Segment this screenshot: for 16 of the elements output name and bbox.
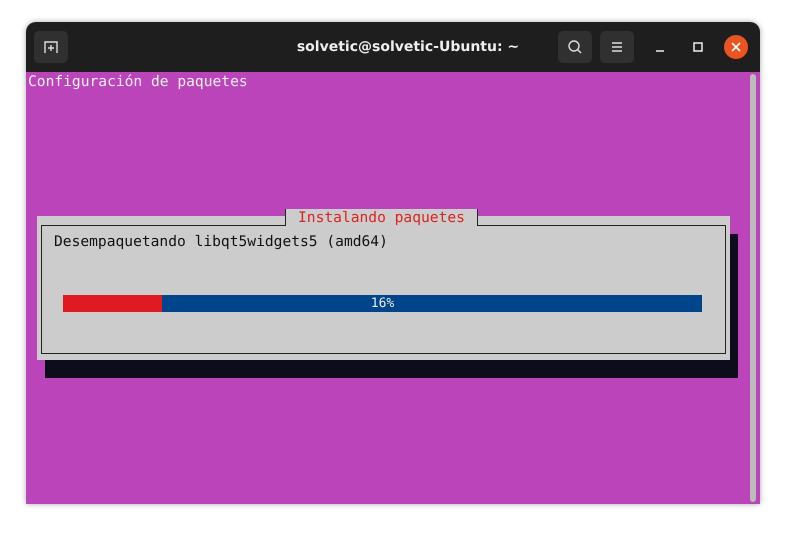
search-icon: [567, 39, 583, 55]
menu-icon: [610, 41, 624, 53]
new-tab-button[interactable]: [34, 31, 68, 63]
minimize-icon: [656, 50, 664, 52]
window-title: solvetic@solvetic-Ubuntu: ~: [296, 39, 520, 55]
status-message: Desempaquetando libqt5widgets5 (amd64): [54, 233, 389, 251]
new-tab-icon: [43, 39, 59, 55]
progress-percentage: 16%: [370, 295, 394, 312]
menu-button[interactable]: [600, 31, 634, 63]
terminal-header: Configuración de paquetes: [27, 72, 249, 91]
maximize-icon: [693, 42, 703, 52]
dialog-title: Instalando paquetes: [285, 209, 478, 226]
close-button[interactable]: [724, 35, 748, 59]
scrollbar[interactable]: [750, 74, 756, 502]
close-icon: [731, 42, 741, 52]
search-button[interactable]: [558, 31, 592, 63]
